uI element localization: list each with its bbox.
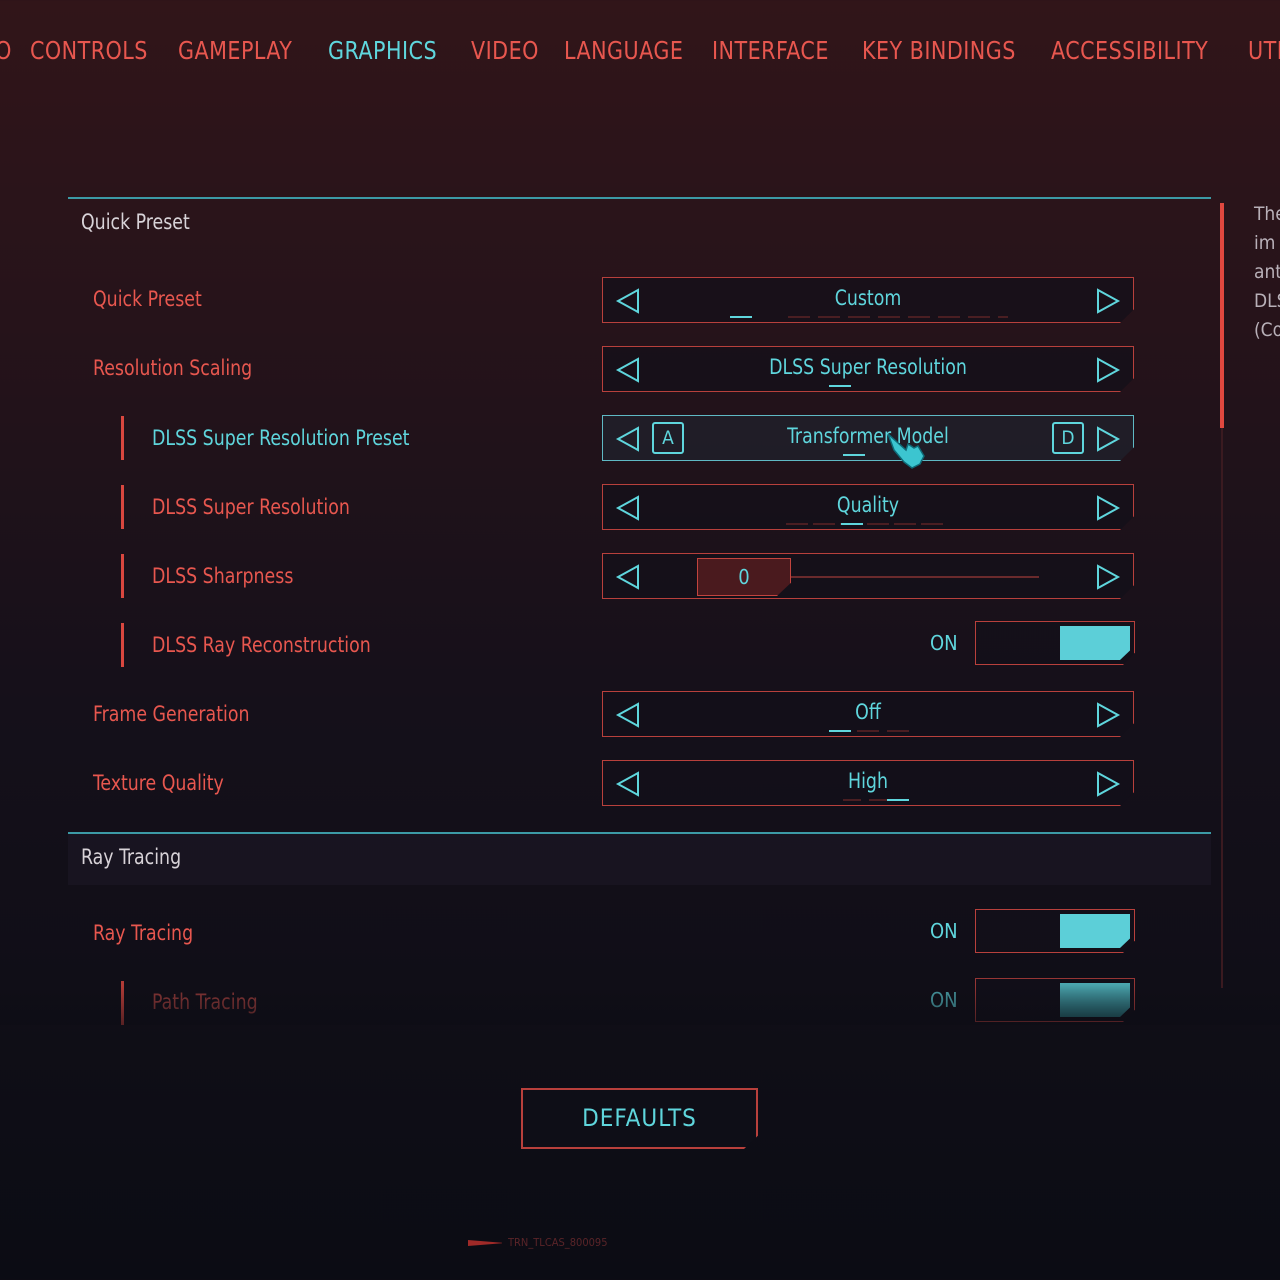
selector-value: Quality [836, 493, 900, 517]
section-header-background [68, 833, 1211, 885]
toggle-state: ON [930, 919, 958, 943]
setting-label-texture-quality: Texture Quality [93, 771, 224, 795]
dlss-preset-selector[interactable]: A Transformer Model D [602, 415, 1134, 461]
setting-label-frame-generation: Frame Generation [93, 702, 250, 726]
slider-thumb[interactable]: 0 [697, 558, 791, 596]
tab-audio[interactable]: AUDIO [0, 36, 12, 65]
setting-label-dlss-super-resolution: DLSS Super Resolution [152, 495, 350, 519]
key-hint-d: D [1052, 422, 1084, 454]
pointing-hand-cursor-icon [887, 433, 925, 469]
settings-tabs: AUDIO CONTROLS GAMEPLAY GRAPHICS VIDEO L… [0, 36, 1280, 80]
option-indicator-active [841, 523, 863, 525]
scrollbar-thumb[interactable] [1220, 203, 1224, 428]
tab-video[interactable]: VIDEO [471, 36, 539, 65]
description-line: The [1254, 203, 1280, 225]
tab-accessibility[interactable]: ACCESSIBILITY [1051, 36, 1208, 65]
quick-preset-selector[interactable]: Custom [602, 277, 1134, 323]
setting-label-path-tracing: Path Tracing [152, 990, 258, 1014]
tab-key-bindings[interactable]: KEY BINDINGS [862, 36, 1016, 65]
section-divider [68, 197, 1211, 199]
scrollbar-track[interactable] [1221, 428, 1223, 988]
option-indicator-active [887, 799, 909, 801]
selector-value: DLSS Super Resolution [769, 355, 967, 379]
section-divider [68, 832, 1211, 834]
arrow-right-icon[interactable] [1095, 771, 1121, 797]
tab-interface[interactable]: INTERFACE [712, 36, 829, 65]
path-tracing-toggle[interactable] [975, 978, 1135, 1022]
setting-label-dlss-preset: DLSS Super Resolution Preset [152, 426, 410, 450]
tab-utilities[interactable]: UTILITIES [1248, 36, 1280, 65]
toggle-state: ON [930, 988, 958, 1012]
toggle-knob [1060, 983, 1130, 1017]
tab-gameplay[interactable]: GAMEPLAY [178, 36, 292, 65]
description-line: DLS [1254, 290, 1280, 312]
option-indicator-active [730, 316, 752, 318]
selector-value: Transformer Model [787, 424, 949, 448]
section-title-quick-preset: Quick Preset [81, 210, 190, 234]
selector-value: Custom [834, 286, 902, 310]
dlss-super-resolution-selector[interactable]: Quality [602, 484, 1134, 530]
arrow-right-icon[interactable] [1095, 426, 1121, 452]
description-line: (Co [1254, 319, 1280, 341]
setting-label-dlss-ray-reconstruction: DLSS Ray Reconstruction [152, 633, 371, 657]
arrow-right-icon[interactable] [1095, 564, 1121, 590]
option-indicator-active [843, 454, 865, 456]
slider-track[interactable] [791, 576, 1039, 578]
arrow-right-icon[interactable] [1095, 288, 1121, 314]
footer-build-code: TRN_TLCAS_800095 [468, 1236, 608, 1249]
option-indicator-active [829, 385, 851, 387]
option-indicator [786, 523, 946, 525]
sub-setting-bar [121, 554, 124, 598]
setting-label-quick-preset: Quick Preset [93, 287, 202, 311]
tab-language[interactable]: LANGUAGE [564, 36, 683, 65]
build-code-text: TRN_TLCAS_800095 [508, 1236, 608, 1249]
setting-description: The im ant DLS (Co [1254, 200, 1280, 345]
selector-value: High [848, 769, 888, 793]
arrow-right-icon[interactable] [1095, 495, 1121, 521]
toggle-knob [1060, 914, 1130, 948]
dlss-sharpness-slider[interactable]: 0 [602, 553, 1134, 599]
tab-controls[interactable]: CONTROLS [30, 36, 148, 65]
section-title-ray-tracing: Ray Tracing [81, 845, 182, 869]
toggle-knob [1060, 626, 1130, 660]
ray-tracing-toggle[interactable] [975, 909, 1135, 953]
selector-value: Off [855, 700, 881, 724]
sub-setting-bar [121, 485, 124, 529]
sub-setting-bar [121, 623, 124, 667]
dlss-ray-reconstruction-toggle[interactable] [975, 621, 1135, 665]
setting-label-resolution-scaling: Resolution Scaling [93, 356, 253, 380]
texture-quality-selector[interactable]: High [602, 760, 1134, 806]
option-indicator [843, 799, 887, 801]
arrow-right-icon[interactable] [1095, 702, 1121, 728]
description-line: ant [1254, 261, 1280, 283]
tab-graphics[interactable]: GRAPHICS [328, 36, 437, 65]
arrow-left-icon[interactable] [615, 564, 641, 590]
frame-generation-selector[interactable]: Off [602, 691, 1134, 737]
sub-setting-bar [121, 981, 124, 1025]
toggle-state: ON [930, 631, 958, 655]
setting-label-ray-tracing: Ray Tracing [93, 921, 194, 945]
resolution-scaling-selector[interactable]: DLSS Super Resolution [602, 346, 1134, 392]
defaults-button[interactable]: DEFAULTS [521, 1088, 758, 1149]
option-indicator-active [829, 730, 851, 732]
option-indicator [857, 730, 909, 732]
description-line: im [1254, 232, 1276, 254]
sub-setting-bar [121, 416, 124, 460]
arrow-right-icon[interactable] [1095, 357, 1121, 383]
option-indicator [788, 316, 1008, 318]
arrow-logo-icon [468, 1240, 502, 1246]
setting-label-dlss-sharpness: DLSS Sharpness [152, 564, 294, 588]
